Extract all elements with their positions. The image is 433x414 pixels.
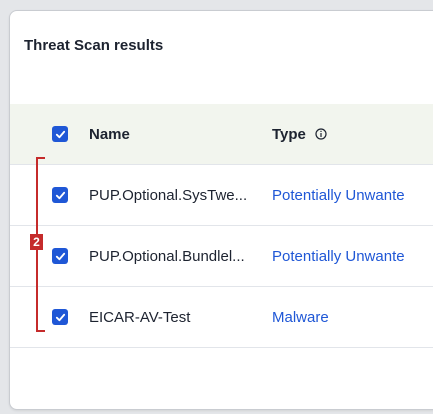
table-row[interactable]: EICAR-AV-Test Malware [10, 287, 433, 348]
threat-type-link[interactable]: Malware [272, 309, 329, 326]
checkmark-icon [55, 130, 65, 138]
threat-type-link[interactable]: Potentially Unwante [272, 248, 405, 265]
info-icon[interactable] [315, 127, 327, 140]
threat-type-link[interactable]: Potentially Unwante [272, 187, 405, 204]
threat-name: EICAR-AV-Test [89, 308, 191, 326]
row-checkbox[interactable] [52, 309, 68, 325]
checkmark-icon [55, 191, 65, 199]
table-header-row: Name Type [10, 104, 433, 165]
checkmark-icon [55, 252, 65, 260]
threat-name: PUP.Optional.SysTwe... [89, 186, 248, 204]
checkmark-icon [55, 313, 65, 321]
annotation-badge: 2 [30, 234, 43, 250]
threat-name: PUP.Optional.Bundlel... [89, 247, 245, 265]
row-checkbox[interactable] [52, 187, 68, 203]
select-all-checkbox[interactable] [52, 126, 68, 142]
threat-scan-results-panel: Threat Scan results Name Type PUP.Option… [9, 10, 433, 410]
column-header-type[interactable]: Type [272, 126, 327, 143]
panel-title: Threat Scan results [24, 37, 164, 54]
row-checkbox[interactable] [52, 248, 68, 264]
table-row[interactable]: PUP.Optional.SysTwe... Potentially Unwan… [10, 165, 433, 226]
table-row[interactable]: PUP.Optional.Bundlel... Potentially Unwa… [10, 226, 433, 287]
column-header-type-label: Type [272, 125, 306, 143]
column-header-name[interactable]: Name [89, 126, 130, 143]
